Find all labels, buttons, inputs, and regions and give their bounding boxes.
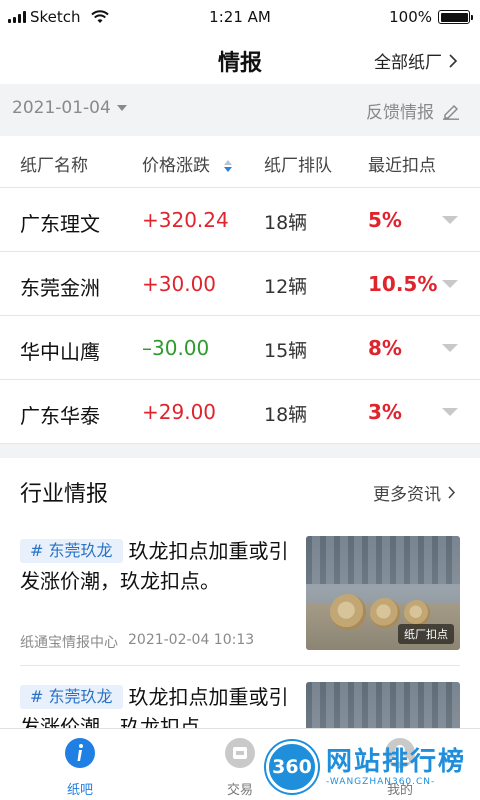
deduction: 3% — [368, 400, 402, 424]
filter-bar: 2021-01-04 反馈情报 — [0, 84, 480, 136]
all-mills-label: 全部纸厂 — [374, 53, 442, 73]
header-mill-name: 纸厂名称 — [20, 156, 88, 176]
news-title-block: # 东莞玖龙 玖龙扣点加重或引发涨价潮，玖龙扣点。 — [20, 682, 290, 728]
news-time: 2021-02-04 10:13 — [128, 632, 255, 648]
news-thumbnail: 纸厂扣点 — [306, 536, 460, 650]
queue-count: 12辆 — [264, 276, 308, 298]
queue-count: 15辆 — [264, 340, 308, 362]
info-icon — [65, 738, 95, 768]
feedback-button[interactable]: 反馈情报 — [366, 98, 460, 123]
industry-section: 行业情报 更多资讯 # 东莞玖龙 玖龙扣点加重或引发涨价潮，玖龙扣点。 纸通宝情报… — [0, 458, 480, 728]
header-queue: 纸厂排队 — [264, 156, 332, 176]
all-mills-button[interactable]: 全部纸厂 — [374, 48, 458, 73]
trade-icon — [225, 738, 255, 768]
sort-icon — [224, 160, 233, 172]
chevron-right-icon — [449, 53, 458, 68]
table-header: 纸厂名称 价格涨跌 纸厂排队 最近扣点 — [0, 136, 480, 188]
caret-down-icon — [116, 105, 127, 111]
mill-name: 东莞金洲 — [20, 276, 100, 300]
tab-zhiba[interactable]: 纸吧 — [40, 737, 120, 798]
section-title: 行业情报 — [20, 482, 109, 507]
news-tag[interactable]: # 东莞玖龙 — [20, 539, 123, 563]
expand-caret-icon[interactable] — [442, 344, 458, 352]
mill-name: 广东华泰 — [20, 404, 100, 428]
deduction: 8% — [368, 336, 402, 360]
header-deduction: 最近扣点 — [368, 156, 436, 176]
mill-name: 华中山鹰 — [20, 340, 100, 364]
news-thumbnail — [306, 682, 460, 728]
status-bar: Sketch 1:21 AM 100% — [0, 0, 480, 36]
thumbnail-badge: 纸厂扣点 — [398, 624, 454, 644]
watermark-subtitle: -WANGZHAN360.CN- — [326, 777, 436, 787]
tab-label: 纸吧 — [66, 783, 93, 798]
news-source: 纸通宝情报中心 — [20, 635, 118, 651]
table-row[interactable]: 东莞金洲 +30.00 12辆 10.5% — [0, 252, 480, 316]
deduction: 10.5% — [368, 272, 438, 296]
status-right: 100% — [389, 8, 473, 26]
price-change: +29.00 — [142, 400, 217, 424]
nav-bar: 情报 全部纸厂 — [0, 36, 480, 84]
news-item[interactable]: # 东莞玖龙 玖龙扣点加重或引发涨价潮，玖龙扣点。 纸通宝情报中心 2021-02… — [20, 536, 460, 666]
news-tag[interactable]: # 东莞玖龙 — [20, 685, 123, 709]
more-news-button[interactable]: 更多资讯 — [373, 480, 456, 505]
queue-count: 18辆 — [264, 404, 308, 426]
queue-count: 18辆 — [264, 212, 308, 234]
expand-caret-icon[interactable] — [442, 216, 458, 224]
section-header: 行业情报 更多资讯 — [0, 458, 480, 520]
header-price-change-label: 价格涨跌 — [142, 156, 210, 176]
price-change: +30.00 — [142, 272, 217, 296]
watermark: 360 网站排行榜 -WANGZHAN360.CN- — [266, 738, 480, 796]
table-row[interactable]: 广东华泰 +29.00 18辆 3% — [0, 380, 480, 444]
watermark-title: 网站排行榜 — [326, 747, 467, 777]
news-item[interactable]: # 东莞玖龙 玖龙扣点加重或引发涨价潮，玖龙扣点。 — [20, 682, 460, 728]
battery-icon — [438, 10, 473, 24]
table-row[interactable]: 华中山鹰 –30.00 15辆 8% — [0, 316, 480, 380]
chevron-right-icon — [448, 486, 456, 499]
mill-table: 纸厂名称 价格涨跌 纸厂排队 最近扣点 广东理文 +320.24 18辆 5% … — [0, 136, 480, 444]
expand-caret-icon[interactable] — [442, 280, 458, 288]
table-row[interactable]: 广东理文 +320.24 18辆 5% — [0, 188, 480, 252]
deduction: 5% — [368, 208, 402, 232]
news-meta: 纸通宝情报中心 2021-02-04 10:13 — [20, 632, 254, 652]
more-news-label: 更多资讯 — [373, 485, 441, 505]
news-title-block: # 东莞玖龙 玖龙扣点加重或引发涨价潮，玖龙扣点。 — [20, 536, 290, 596]
price-change: –30.00 — [142, 336, 210, 360]
mill-name: 广东理文 — [20, 212, 100, 236]
date-value: 2021-01-04 — [12, 98, 111, 118]
expand-caret-icon[interactable] — [442, 408, 458, 416]
watermark-text: 网站排行榜 -WANGZHAN360.CN- — [326, 747, 466, 787]
edit-icon — [443, 104, 459, 120]
header-price-change[interactable]: 价格涨跌 — [142, 151, 233, 176]
feedback-label: 反馈情报 — [366, 103, 434, 123]
date-picker[interactable]: 2021-01-04 — [12, 98, 127, 118]
watermark-logo: 360 — [266, 741, 318, 793]
price-change: +320.24 — [142, 208, 229, 232]
battery-percent: 100% — [389, 8, 432, 26]
